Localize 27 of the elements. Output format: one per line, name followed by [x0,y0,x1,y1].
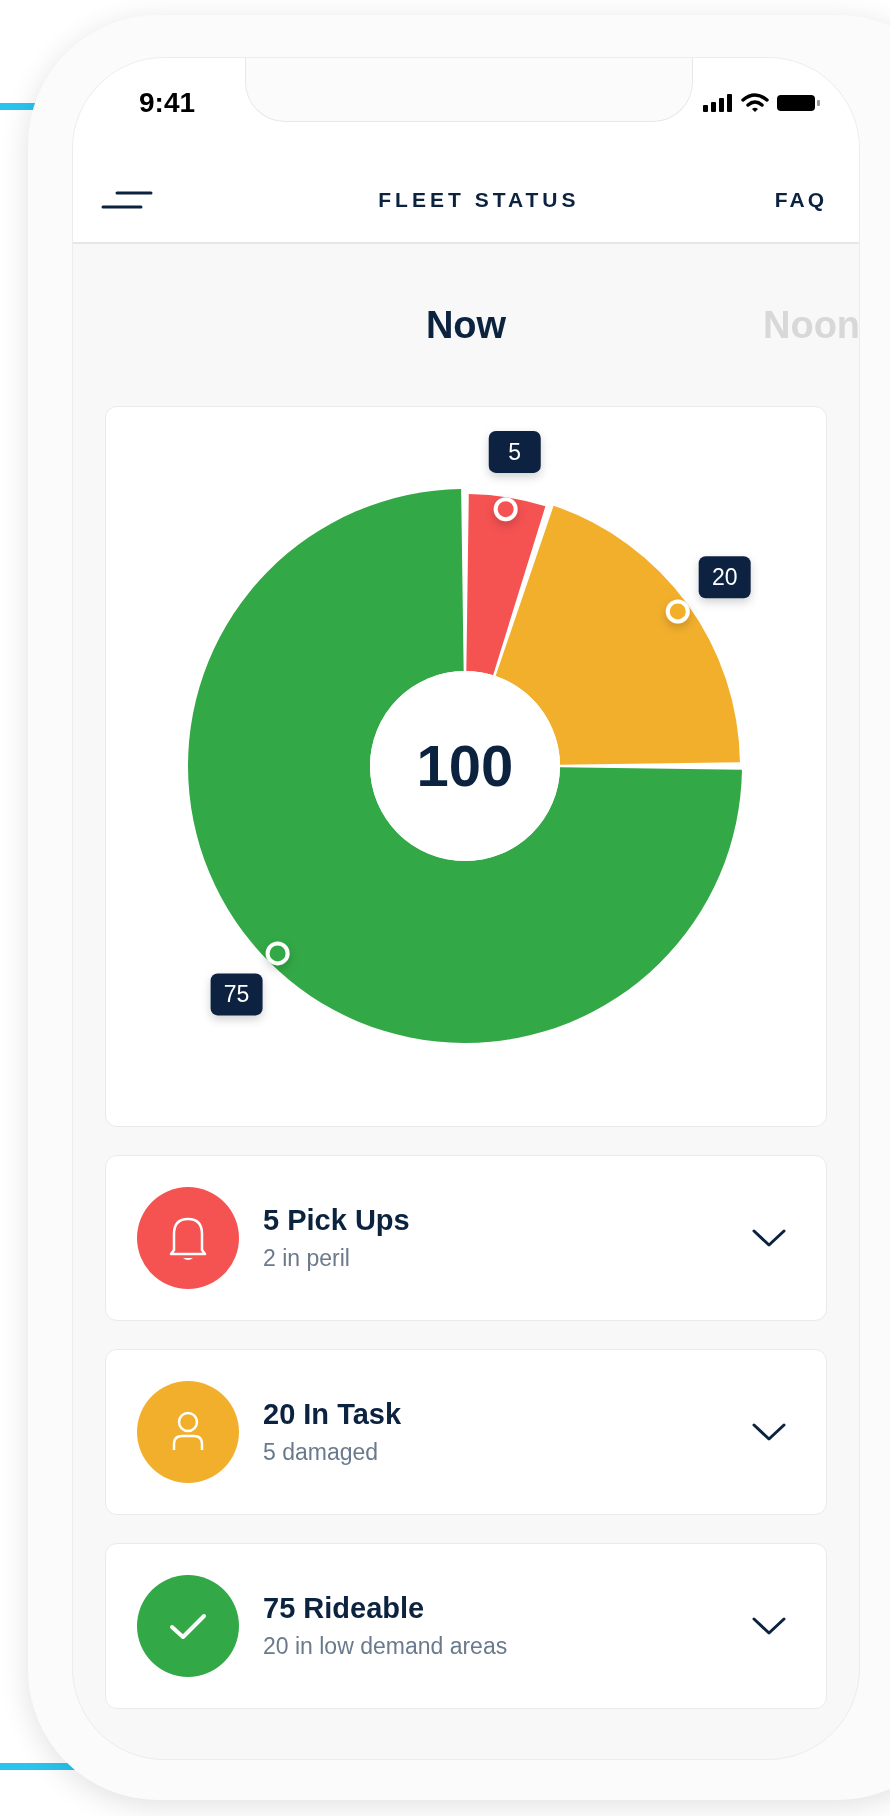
status-card[interactable]: 5 Pick Ups 2 in peril [105,1155,827,1321]
signal-icon [703,94,733,112]
status-card[interactable]: 20 In Task 5 damaged [105,1349,827,1515]
card-subtitle: 2 in peril [263,1245,351,1272]
data-label: 20 [711,564,738,591]
status-card[interactable]: 75 Rideable 20 in low demand areas [105,1543,827,1709]
value-label: 5 [488,430,541,522]
card-subtitle: 20 in low demand areas [263,1633,509,1660]
battery-icon [777,94,821,112]
wifi-icon [741,93,769,113]
chevron-down-icon[interactable] [752,1422,786,1442]
card-title: 20 In Task [263,1398,403,1431]
page-title: FLEET STATUS [378,188,580,212]
data-label: 5 [508,438,522,465]
card-subtitle: 5 damaged [263,1439,380,1466]
chevron-down-icon[interactable] [752,1228,786,1248]
chevron-down-icon[interactable] [752,1616,786,1636]
menu-icon[interactable] [101,190,153,210]
data-label: 75 [223,981,250,1008]
card-title: 5 Pick Ups [263,1204,411,1237]
value-label: 20 [665,556,751,624]
faq-link[interactable]: FAQ [774,188,827,212]
status-time: 9:41 [139,87,196,119]
value-label: 75 [210,941,290,1016]
card-title: 75 Rideable [263,1592,426,1625]
total-count: 100 [416,733,514,798]
period-tab[interactable]: Now [425,303,507,347]
